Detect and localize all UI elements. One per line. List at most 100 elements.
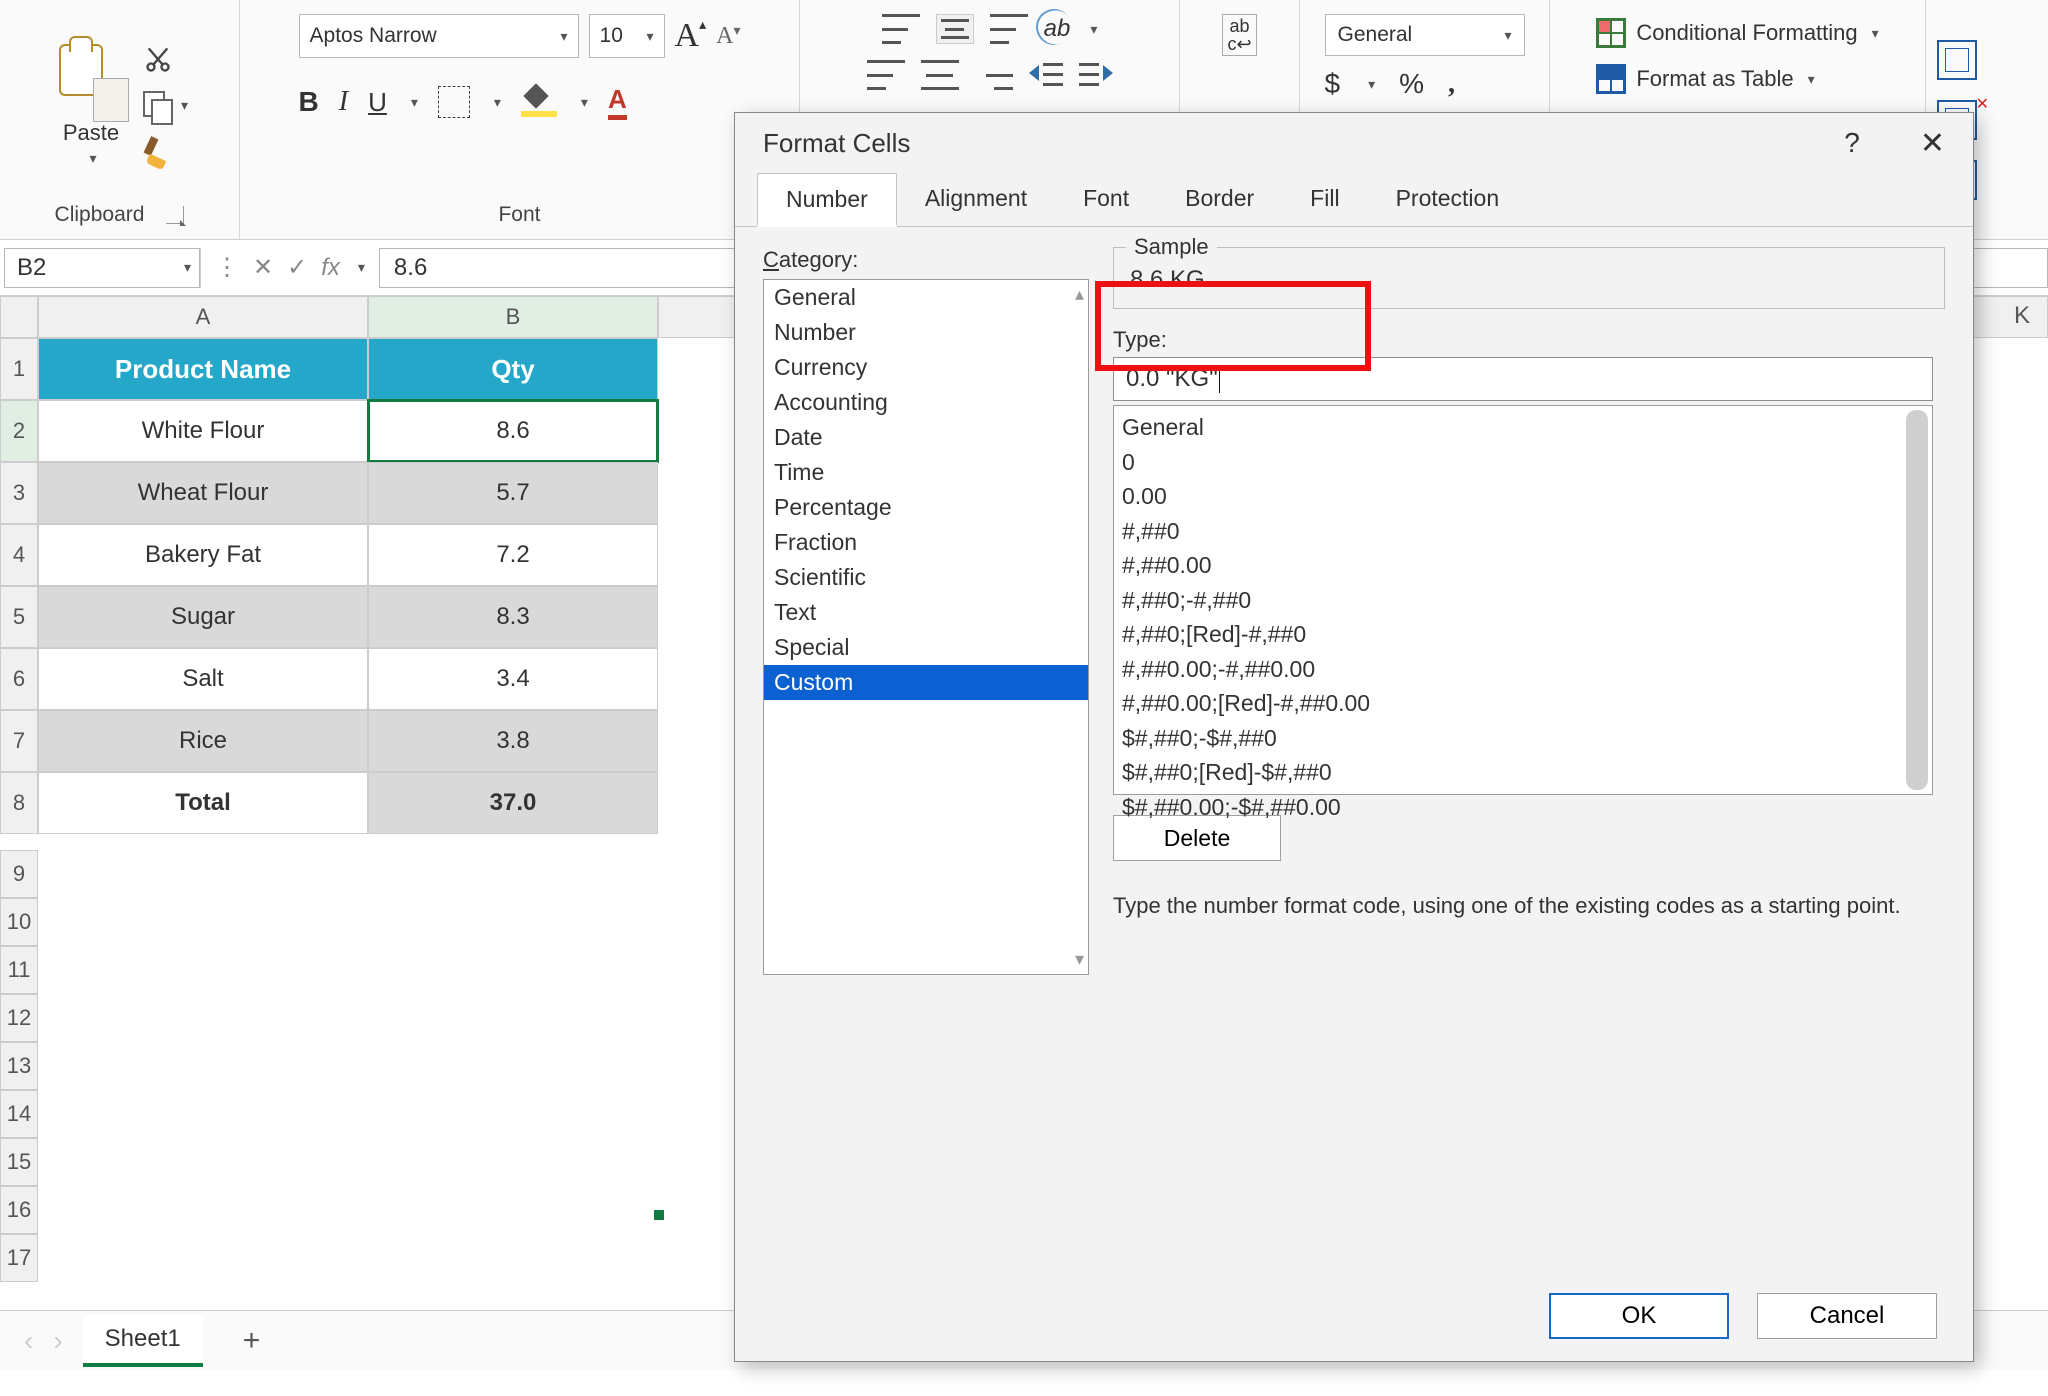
- dialog-tab-fill[interactable]: Fill: [1282, 173, 1367, 227]
- dialog-tab-number[interactable]: Number: [757, 173, 897, 227]
- align-right-button[interactable]: [975, 60, 1013, 90]
- percent-format-button[interactable]: %: [1399, 68, 1424, 100]
- type-input[interactable]: 0.0 "KG": [1113, 357, 1933, 401]
- sheet-nav-prev[interactable]: ‹: [24, 1325, 33, 1357]
- cell-product[interactable]: Wheat Flour: [38, 462, 368, 524]
- cell-qty[interactable]: 8.3: [368, 586, 658, 648]
- row-header[interactable]: 9: [0, 850, 38, 898]
- column-header-B[interactable]: B: [368, 296, 658, 338]
- dialog-tab-border[interactable]: Border: [1157, 173, 1282, 227]
- format-as-table-button[interactable]: Format as Table ▾: [1588, 60, 1822, 98]
- category-item[interactable]: Custom: [764, 665, 1088, 700]
- cell-product[interactable]: Bakery Fat: [38, 524, 368, 586]
- row-header[interactable]: 5: [0, 586, 38, 648]
- cell-product[interactable]: Sugar: [38, 586, 368, 648]
- decrease-indent-button[interactable]: [1029, 61, 1063, 89]
- row-header[interactable]: 2: [0, 400, 38, 462]
- fill-color-button[interactable]: [521, 87, 557, 117]
- align-bottom-button[interactable]: [990, 14, 1028, 44]
- comma-format-button[interactable]: ,: [1448, 68, 1455, 100]
- type-list-item[interactable]: #,##0: [1122, 514, 1924, 549]
- align-center-button[interactable]: [921, 60, 959, 90]
- cell-qty[interactable]: 5.7: [368, 462, 658, 524]
- category-item[interactable]: Currency: [764, 350, 1088, 385]
- column-header-K[interactable]: K: [2014, 302, 2030, 330]
- row-header[interactable]: 11: [0, 946, 38, 994]
- category-item[interactable]: Number: [764, 315, 1088, 350]
- format-painter-button[interactable]: [139, 133, 177, 171]
- table-header-product[interactable]: Product Name: [38, 338, 368, 400]
- decrease-font-button[interactable]: A▾: [716, 23, 740, 50]
- align-middle-button[interactable]: [936, 14, 974, 44]
- copy-button[interactable]: [139, 87, 177, 125]
- chevron-down-icon[interactable]: ▾: [411, 94, 418, 111]
- sheet-nav-next[interactable]: ›: [53, 1325, 62, 1357]
- category-item[interactable]: Time: [764, 455, 1088, 490]
- chevron-down-icon[interactable]: ▾: [1368, 76, 1375, 93]
- category-list[interactable]: ▴ ▾ GeneralNumberCurrencyAccountingDateT…: [763, 279, 1089, 975]
- type-list-item[interactable]: 0: [1122, 445, 1924, 480]
- increase-font-button[interactable]: A▴: [675, 17, 707, 55]
- align-top-button[interactable]: [882, 14, 920, 44]
- type-list-item[interactable]: #,##0;[Red]-#,##0: [1122, 617, 1924, 652]
- paste-button[interactable]: Paste ▾: [51, 42, 131, 169]
- type-list-item[interactable]: 0.00: [1122, 479, 1924, 514]
- row-header[interactable]: 17: [0, 1234, 38, 1282]
- fx-label[interactable]: fx: [321, 254, 340, 282]
- type-list-item[interactable]: #,##0;-#,##0: [1122, 583, 1924, 618]
- chevron-down-icon[interactable]: ▾: [184, 259, 191, 276]
- cell-product[interactable]: Rice: [38, 710, 368, 772]
- cancel-formula-button[interactable]: ✕: [253, 253, 273, 282]
- font-name-select[interactable]: Aptos Narrow▾: [299, 14, 579, 58]
- dialog-close-button[interactable]: ✕: [1920, 126, 1945, 161]
- dialog-tab-alignment[interactable]: Alignment: [897, 173, 1055, 227]
- cell-qty[interactable]: 3.8: [368, 710, 658, 772]
- number-format-select[interactable]: General▾: [1325, 14, 1525, 56]
- font-size-select[interactable]: 10▾: [589, 14, 665, 58]
- type-list-item[interactable]: $#,##0;[Red]-$#,##0: [1122, 755, 1924, 790]
- chevron-down-icon[interactable]: ▾: [1090, 21, 1097, 38]
- row-header[interactable]: 3: [0, 462, 38, 524]
- chevron-down-icon[interactable]: ▾: [181, 97, 188, 114]
- scroll-up-icon[interactable]: ▴: [1075, 284, 1084, 305]
- type-list-item[interactable]: #,##0.00;-#,##0.00: [1122, 652, 1924, 687]
- cell-qty[interactable]: 3.4: [368, 648, 658, 710]
- cancel-button[interactable]: Cancel: [1757, 1293, 1937, 1339]
- category-item[interactable]: Date: [764, 420, 1088, 455]
- category-item[interactable]: Accounting: [764, 385, 1088, 420]
- cell-product[interactable]: Salt: [38, 648, 368, 710]
- row-header[interactable]: 4: [0, 524, 38, 586]
- underline-button[interactable]: U: [368, 87, 387, 118]
- cell-qty[interactable]: 8.6: [368, 400, 658, 462]
- bold-button[interactable]: B: [299, 86, 319, 118]
- fill-handle[interactable]: [654, 1210, 664, 1220]
- chevron-down-icon[interactable]: ▾: [358, 259, 365, 276]
- dialog-tab-font[interactable]: Font: [1055, 173, 1157, 227]
- increase-indent-button[interactable]: [1079, 61, 1113, 89]
- type-list-item[interactable]: $#,##0.00;-$#,##0.00: [1122, 790, 1924, 825]
- accounting-format-button[interactable]: $: [1325, 68, 1341, 100]
- align-left-button[interactable]: [867, 60, 905, 90]
- category-item[interactable]: Text: [764, 595, 1088, 630]
- category-item[interactable]: Percentage: [764, 490, 1088, 525]
- row-header[interactable]: 14: [0, 1090, 38, 1138]
- name-box[interactable]: B2 ▾: [4, 248, 200, 288]
- scroll-down-icon[interactable]: ▾: [1075, 949, 1084, 970]
- row-header[interactable]: 13: [0, 1042, 38, 1090]
- type-list-item[interactable]: #,##0.00;[Red]-#,##0.00: [1122, 686, 1924, 721]
- borders-button[interactable]: [438, 86, 470, 118]
- table-header-qty[interactable]: Qty: [368, 338, 658, 400]
- category-item[interactable]: Fraction: [764, 525, 1088, 560]
- row-header[interactable]: 10: [0, 898, 38, 946]
- type-format-list[interactable]: General00.00#,##0#,##0.00#,##0;-#,##0#,#…: [1113, 405, 1933, 795]
- cell-qty[interactable]: 37.0: [368, 772, 658, 834]
- font-color-button[interactable]: A: [608, 84, 627, 120]
- dialog-launcher-icon[interactable]: [166, 206, 184, 224]
- row-header[interactable]: 7: [0, 710, 38, 772]
- conditional-formatting-button[interactable]: Conditional Formatting ▾: [1588, 14, 1886, 52]
- category-item[interactable]: Scientific: [764, 560, 1088, 595]
- accept-formula-button[interactable]: ✓: [287, 253, 307, 282]
- column-header-A[interactable]: A: [38, 296, 368, 338]
- cell-product[interactable]: White Flour: [38, 400, 368, 462]
- cut-button[interactable]: [139, 41, 177, 79]
